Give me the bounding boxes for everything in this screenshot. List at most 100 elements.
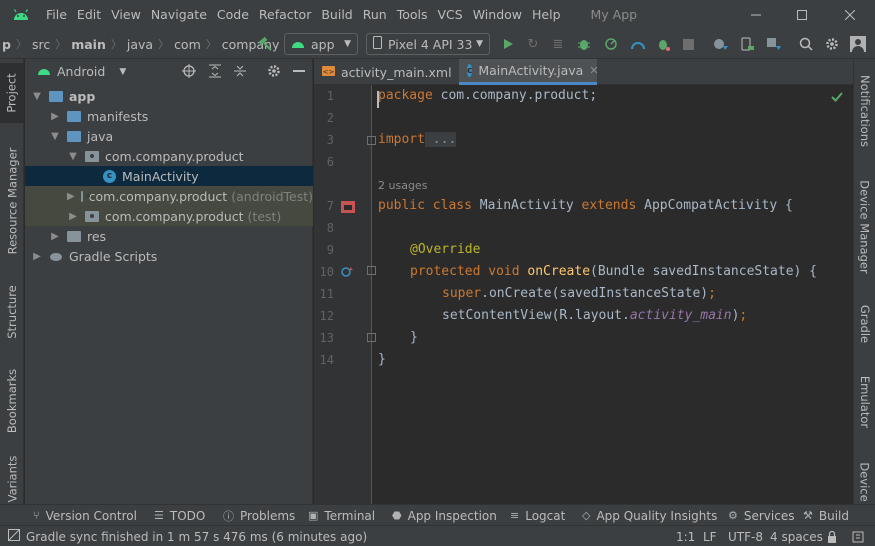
menu-run[interactable]: Run	[363, 7, 387, 22]
run-config-select[interactable]: app ▼	[284, 33, 358, 55]
hide-panel-icon[interactable]	[293, 70, 305, 72]
tab-resource-manager[interactable]: Resource Manager	[0, 131, 24, 271]
menu-tools[interactable]: Tools	[397, 7, 428, 22]
search-icon[interactable]	[797, 35, 815, 53]
tab-emulator[interactable]: Emulator	[854, 369, 875, 434]
status-line-separator[interactable]: LF	[703, 526, 717, 546]
expand-all-icon[interactable]	[208, 64, 222, 81]
no-problems-check-icon[interactable]	[831, 91, 843, 106]
android-logo-icon	[12, 7, 30, 21]
breadcrumb-item[interactable]: com	[174, 37, 201, 52]
apply-changes-icon[interactable]: ↻	[524, 35, 542, 53]
menu-help[interactable]: Help	[532, 7, 561, 22]
status-indent[interactable]: 4 spaces	[770, 526, 823, 546]
lock-icon[interactable]	[827, 526, 837, 546]
services-icon: ⚙	[728, 509, 738, 522]
tab-mainactivity-java[interactable]: c MainActivity.java ✕	[459, 59, 599, 85]
status-encoding[interactable]: UTF-8	[728, 526, 763, 546]
apply-code-changes-icon[interactable]: ≣	[549, 35, 567, 53]
maximize-button[interactable]	[779, 0, 825, 29]
menu-code[interactable]: Code	[217, 7, 249, 22]
layout-toggle-icon	[8, 529, 20, 544]
tab-bookmarks[interactable]: Bookmarks	[0, 361, 24, 441]
run-icon[interactable]	[499, 35, 517, 53]
usages-hint[interactable]: 2 usages	[378, 179, 427, 192]
breadcrumb-item[interactable]: java	[127, 37, 153, 52]
tree-item-package[interactable]: ▼ com.company.product	[25, 146, 313, 166]
device-manager-icon[interactable]	[739, 35, 757, 53]
stop-icon[interactable]	[679, 35, 697, 53]
tab-activity-main-xml[interactable]: <> activity_main.xml ✕	[314, 59, 467, 85]
breadcrumb-item[interactable]: main	[71, 37, 106, 52]
tab-device-explorer[interactable]: Device	[854, 459, 875, 504]
hammer-icon[interactable]	[256, 35, 274, 53]
tool-todo[interactable]: ☰ TODO	[154, 505, 205, 526]
menu-vcs[interactable]: VCS	[438, 7, 463, 22]
tool-problems[interactable]: ⓘ Problems	[223, 505, 295, 526]
menu-window[interactable]: Window	[473, 7, 522, 22]
device-select[interactable]: Pixel 4 API 33 ▼	[366, 33, 490, 55]
avatar-icon[interactable]	[849, 35, 867, 53]
menu-edit[interactable]: Edit	[77, 7, 101, 22]
tool-app-inspection[interactable]: ⬣ App Inspection	[392, 505, 497, 526]
tab-variants[interactable]: Variants	[0, 454, 24, 504]
collapse-all-icon[interactable]	[233, 64, 247, 81]
menu-navigate[interactable]: Navigate	[151, 7, 207, 22]
attach-debugger-icon[interactable]	[654, 35, 672, 53]
menu-view[interactable]: View	[111, 7, 141, 22]
menu-build[interactable]: Build	[321, 7, 352, 22]
tree-item-package-test[interactable]: ▶ com.company.product (test)	[25, 206, 313, 226]
tool-version-control[interactable]: ⑂ Version Control	[33, 505, 137, 526]
locate-icon[interactable]	[182, 64, 196, 81]
sdk-manager-icon[interactable]	[765, 35, 783, 53]
tree-item-res[interactable]: ▶ res	[25, 226, 313, 246]
tree-item-java[interactable]: ▼ java	[25, 126, 313, 146]
close-button[interactable]	[827, 0, 873, 29]
package-icon	[80, 190, 90, 202]
android-icon	[37, 65, 51, 79]
line-number: 11	[319, 287, 334, 301]
tool-terminal[interactable]: ▣ Terminal	[308, 505, 375, 526]
minimize-button[interactable]	[733, 0, 779, 29]
tab-gradle[interactable]: Gradle	[854, 299, 875, 349]
menu-refactor[interactable]: Refactor	[259, 7, 311, 22]
gauge-icon[interactable]	[629, 35, 647, 53]
line-number: 2	[326, 111, 334, 125]
memory-indicator-icon[interactable]	[852, 526, 864, 546]
override-icon[interactable]	[340, 265, 354, 282]
tab-device-manager[interactable]: Device Manager	[854, 179, 875, 274]
tool-app-quality-insights[interactable]: ◇ App Quality Insights	[582, 505, 717, 526]
code-editor[interactable]: package com.company.product; import ... …	[373, 85, 853, 504]
layout-link-icon[interactable]	[340, 199, 356, 218]
tool-services[interactable]: ⚙ Services	[728, 505, 794, 526]
fold-toggle-icon[interactable]	[367, 266, 376, 275]
fold-toggle-icon[interactable]	[367, 333, 376, 342]
tree-item-package-androidtest[interactable]: ▶ com.company.product (androidTest)	[25, 186, 313, 206]
tab-notifications[interactable]: Notifications	[854, 71, 875, 151]
fold-toggle-icon[interactable]	[367, 136, 376, 145]
status-message[interactable]: Gradle sync finished in 1 m 57 s 476 ms …	[8, 526, 367, 546]
line-number: 1	[326, 89, 334, 103]
tool-build[interactable]: ⚒ Build	[803, 505, 849, 526]
breadcrumb-item[interactable]: src	[32, 37, 50, 52]
status-caret-position[interactable]: 1:1	[676, 526, 695, 546]
tool-logcat[interactable]: ≡ Logcat	[510, 505, 565, 526]
tree-item-app[interactable]: ▼ app	[25, 86, 313, 106]
tree-item-manifests[interactable]: ▶ manifests	[25, 106, 313, 126]
gear-icon[interactable]	[267, 64, 281, 81]
code-line: super.onCreate(savedInstanceState);	[442, 286, 716, 301]
chevron-down-icon[interactable]: ▼	[119, 67, 126, 77]
breadcrumb-item[interactable]: p	[2, 37, 11, 52]
project-view-select[interactable]: Android	[57, 64, 105, 79]
sync-gradle-icon[interactable]	[712, 35, 730, 53]
profile-icon[interactable]	[602, 35, 620, 53]
tree-item-mainactivity[interactable]: c MainActivity	[25, 166, 313, 186]
menu-file[interactable]: File	[46, 7, 67, 22]
tab-project[interactable]: Project	[0, 63, 24, 123]
tree-item-gradle-scripts[interactable]: ▶ Gradle Scripts	[25, 246, 313, 266]
close-icon[interactable]: ✕	[589, 64, 598, 77]
tab-structure[interactable]: Structure	[0, 274, 24, 349]
debug-icon[interactable]	[575, 35, 593, 53]
gear-icon[interactable]	[823, 35, 841, 53]
code-line: public class MainActivity extends AppCom…	[378, 198, 793, 213]
